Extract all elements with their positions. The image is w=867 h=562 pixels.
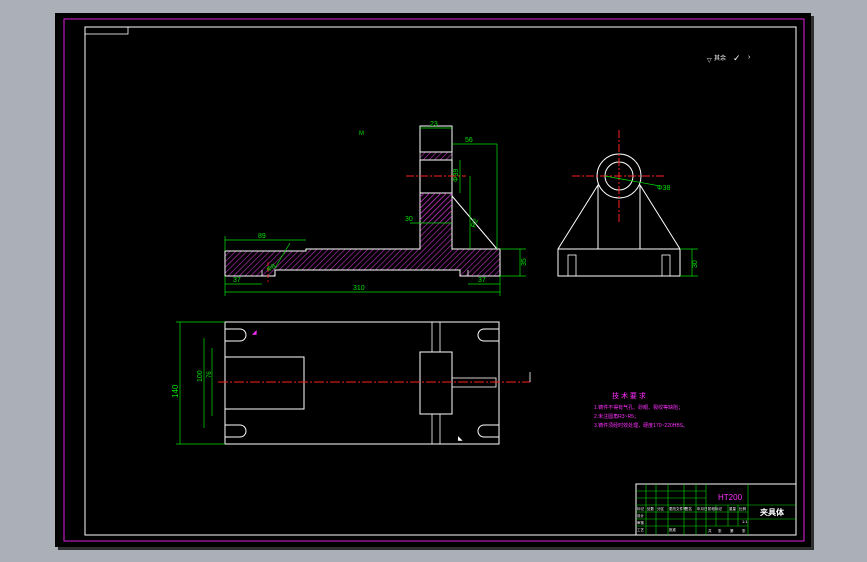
dim-text-phi38: Φ38 (657, 185, 670, 192)
tech-req-line-2: 2.未注圆角R3~R5； (594, 413, 639, 420)
tb-label-sheet-2: 张 (742, 528, 746, 533)
tb-label-sheet: 张 (718, 528, 722, 533)
dim-text-23: 23 (430, 121, 438, 128)
dim-text-30: 30 (405, 216, 413, 223)
dim-text-phi39: Φ39 (453, 169, 460, 182)
tb-label-scale: 比例 (739, 506, 747, 511)
tb-label-approve: 批准 (669, 527, 677, 532)
tb-label-sign: 签名 (685, 506, 692, 511)
dim-text-37-left: 37 (233, 277, 241, 284)
leader-note-icon: ◢ (252, 330, 257, 336)
tb-label-total: 共 (708, 528, 712, 533)
tb-label-check: 审核 (637, 520, 645, 525)
tb-label-mark: 标记 (637, 506, 645, 511)
tech-req-line-3: 3.铸件须经时效处理，硬度170~220HBS。 (594, 422, 688, 429)
roughness-other-text: 其余 (714, 54, 726, 62)
drawing-sheet (55, 13, 811, 547)
dim-text-89: 89 (258, 233, 266, 240)
dim-text-35: 35 (521, 258, 528, 266)
check-mark-icon: ✓ (733, 53, 741, 63)
front-view-boss-hatch-upper (419, 151, 453, 161)
leader-note-icon-2: ◣ (458, 436, 463, 442)
tb-material: HT200 (718, 493, 743, 502)
tech-req-line-1: 1.铸件不得有气孔、砂眼、裂纹等缺陷； (594, 404, 683, 411)
front-view-marker: M (359, 131, 364, 137)
dim-text-56: 56 (465, 137, 473, 144)
cad-drawing-canvas: ▽ 其余 ✓ › M 23 56 Φ39 30 R2 89 Φ8 310 37 … (0, 0, 867, 562)
tech-req-title: 技 术 要 求 (612, 391, 646, 400)
tb-label-weight: 重量 (729, 506, 737, 511)
tb-label-no: 第 (730, 528, 734, 533)
dim-text-140: 140 (171, 384, 180, 398)
dim-text-76: 76 (207, 371, 213, 378)
tb-label-zone: 分区 (657, 506, 665, 511)
front-view-boss-hatch-lower (420, 193, 452, 223)
tb-label-date: 年月日 (697, 506, 708, 511)
tb-label-design: 设计 (637, 513, 645, 518)
dim-text-100: 100 (197, 370, 204, 382)
dim-text-37-right: 37 (478, 277, 486, 284)
tb-label-process: 工艺 (637, 527, 645, 532)
dim-text-310: 310 (353, 285, 365, 292)
tb-label-count: 处数 (647, 506, 655, 511)
roughness-prefix-icon: ▽ (707, 58, 712, 64)
tb-part-name: 夹具体 (760, 507, 785, 517)
tb-label-stage: 阶段标记 (708, 506, 722, 511)
dim-text-side-30: 30 (692, 260, 699, 268)
tb-scale: 1:1 (742, 519, 748, 524)
